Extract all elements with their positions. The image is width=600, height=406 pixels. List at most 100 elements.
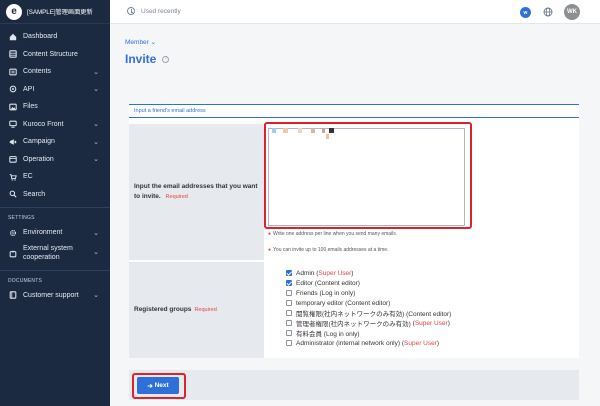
sidebar-divider [0, 269, 110, 271]
chevron-down-icon: ⌄ [150, 39, 157, 46]
checkbox-checked[interactable] [286, 280, 292, 286]
hint-limit: ● You can invite up to 100 emails addres… [268, 247, 388, 253]
search-icon [8, 190, 17, 199]
required-badge: Required [194, 307, 217, 313]
hint-one-per-line: ● Write one address per line when you se… [268, 231, 397, 237]
settings-nav: Environment ⌄ External system cooperatio… [0, 224, 110, 266]
sidebar-item-search[interactable]: Search [0, 186, 110, 204]
brand[interactable]: e [SAMPLE]管理画面更新 [0, 0, 110, 24]
checkbox[interactable] [286, 340, 292, 346]
group-label: Friends (Log in only) [296, 289, 356, 297]
sidebar-item-label: API [23, 85, 35, 93]
sidebar-item-label: Environment [23, 229, 63, 237]
used-recently-label: Used recently [141, 7, 181, 15]
group-label: 有料会員 (Log in only) [296, 331, 360, 338]
checkbox[interactable] [286, 330, 292, 336]
sidebar-item-label: Customer support [23, 291, 79, 299]
sidebar-item-kuroco-front[interactable]: Kuroco Front ⌄ [0, 116, 110, 134]
checkbox[interactable] [286, 310, 292, 316]
sidebar-item-label-line2: cooperation [23, 253, 60, 261]
sidebar-item-operation[interactable]: Operation ⌄ [0, 151, 110, 169]
checkbox-checked[interactable] [286, 270, 292, 276]
super-user-tag: Super User [404, 339, 437, 347]
app-title: [SAMPLE]管理画面更新 [27, 9, 93, 16]
group-label: 管理者権限(社内ネットワークのみ有効) [296, 321, 411, 328]
email-field-highlight [264, 122, 472, 229]
group-option-admin[interactable]: Admin (Super User) [286, 268, 451, 278]
gear-icon [8, 228, 17, 237]
group-option-temporary-editor[interactable]: temporary editor (Content editor) [286, 298, 451, 308]
main-nav: Dashboard Content Structure Contents ⌄ A… [0, 28, 110, 203]
sidebar-item-label: Campaign [23, 138, 55, 146]
breadcrumb-member: Member [125, 39, 149, 46]
group-option-administrator[interactable]: Administrator (internal network only) (S… [286, 338, 451, 348]
group-option-editor[interactable]: Editor (Content editor) [286, 278, 451, 288]
settings-section-label: SETTINGS [8, 215, 35, 221]
sidebar: e [SAMPLE]管理画面更新 Dashboard Content Struc… [0, 0, 110, 406]
megaphone-icon [8, 137, 17, 146]
sidebar-divider [0, 207, 110, 208]
documents-section-label: DOCUMENTS [8, 277, 43, 284]
checkbox[interactable] [286, 320, 292, 326]
sidebar-item-label: Content Structure [23, 50, 78, 58]
chevron-down-icon: ⌄ [93, 292, 99, 300]
sidebar-item-content-structure[interactable]: Content Structure [0, 46, 110, 64]
globe-icon[interactable] [543, 7, 553, 17]
form-section-header: Input a friend's email address [129, 104, 579, 118]
chevron-down-icon: ⌄ [93, 229, 99, 237]
database-icon [8, 50, 17, 59]
book-icon [8, 291, 17, 300]
page-title: Invite ? [125, 52, 170, 66]
sidebar-item-label: Files [23, 103, 38, 111]
workspace-badge[interactable]: w [520, 7, 531, 18]
group-label: 閲覧権限(社内ネットワークのみ有効) (Content editor) [296, 311, 452, 318]
sidebar-item-label: Dashboard [23, 33, 58, 41]
sidebar-item-contents[interactable]: Contents ⌄ [0, 63, 110, 81]
page-title-text: Invite [125, 52, 157, 66]
avatar[interactable]: WK [564, 4, 580, 20]
home-icon [8, 32, 17, 41]
pin-icon: ● [268, 231, 272, 237]
used-recently-button[interactable]: Used recently [127, 7, 181, 15]
group-checkbox-list: Admin (Super User) Editor (Content edito… [286, 268, 451, 348]
groups-label-cell: Registered groups Required [129, 262, 264, 358]
sidebar-item-ec[interactable]: EC [0, 168, 110, 186]
app-logo: e [6, 3, 22, 20]
sidebar-item-dashboard[interactable]: Dashboard [0, 28, 110, 46]
sidebar-item-label: Operation [23, 155, 54, 163]
sidebar-item-label: Kuroco Front [23, 120, 64, 128]
sidebar-item-label: External system cooperation [23, 245, 73, 262]
super-user-tag: Super User [318, 269, 352, 277]
groups-label: Registered groups [134, 306, 192, 313]
email-label-line2: to invite. [134, 193, 161, 200]
next-button-highlight [132, 373, 186, 399]
group-option-friends[interactable]: Friends (Log in only) [286, 288, 451, 298]
required-badge: Required [165, 194, 188, 200]
group-label: Administrator (internal network only) [296, 339, 401, 347]
chevron-down-icon: ⌄ [93, 68, 99, 76]
group-label: Editor (Content editor) [296, 279, 360, 287]
checkbox[interactable] [286, 300, 292, 306]
help-icon[interactable]: ? [162, 55, 170, 63]
sidebar-item-api[interactable]: API ⌄ [0, 81, 110, 99]
hint-text: You can invite up to 100 emails addresse… [273, 247, 389, 253]
email-label-cell: Input the email addresses that you want … [129, 124, 264, 260]
sidebar-item-customer-support[interactable]: Customer support ⌄ [0, 287, 110, 305]
super-user-tag: Super User [414, 319, 448, 327]
sidebar-item-label: Contents [23, 68, 52, 76]
topbar: Used recently w WK [110, 0, 600, 24]
pin-icon: ● [268, 247, 272, 253]
sidebar-item-environment[interactable]: Environment ⌄ [0, 224, 110, 242]
breadcrumb[interactable]: Member ⌄ [125, 38, 156, 46]
sidebar-item-campaign[interactable]: Campaign ⌄ [0, 133, 110, 151]
puzzle-icon [8, 249, 17, 258]
documents-nav: Customer support ⌄ [0, 287, 110, 305]
monitor-icon [8, 120, 17, 129]
chevron-down-icon: ⌄ [93, 138, 99, 146]
group-option-paid-member[interactable]: 有料会員 (Log in only) [286, 328, 451, 338]
checkbox[interactable] [286, 290, 292, 296]
group-option-admin-permission[interactable]: 管理者権限(社内ネットワークのみ有効) (Super User) [286, 318, 451, 328]
group-option-view-permission[interactable]: 閲覧権限(社内ネットワークのみ有効) (Content editor) [286, 308, 451, 318]
sidebar-item-external-system[interactable]: External system cooperation ⌄ [0, 242, 110, 266]
sidebar-item-files[interactable]: Files [0, 98, 110, 116]
